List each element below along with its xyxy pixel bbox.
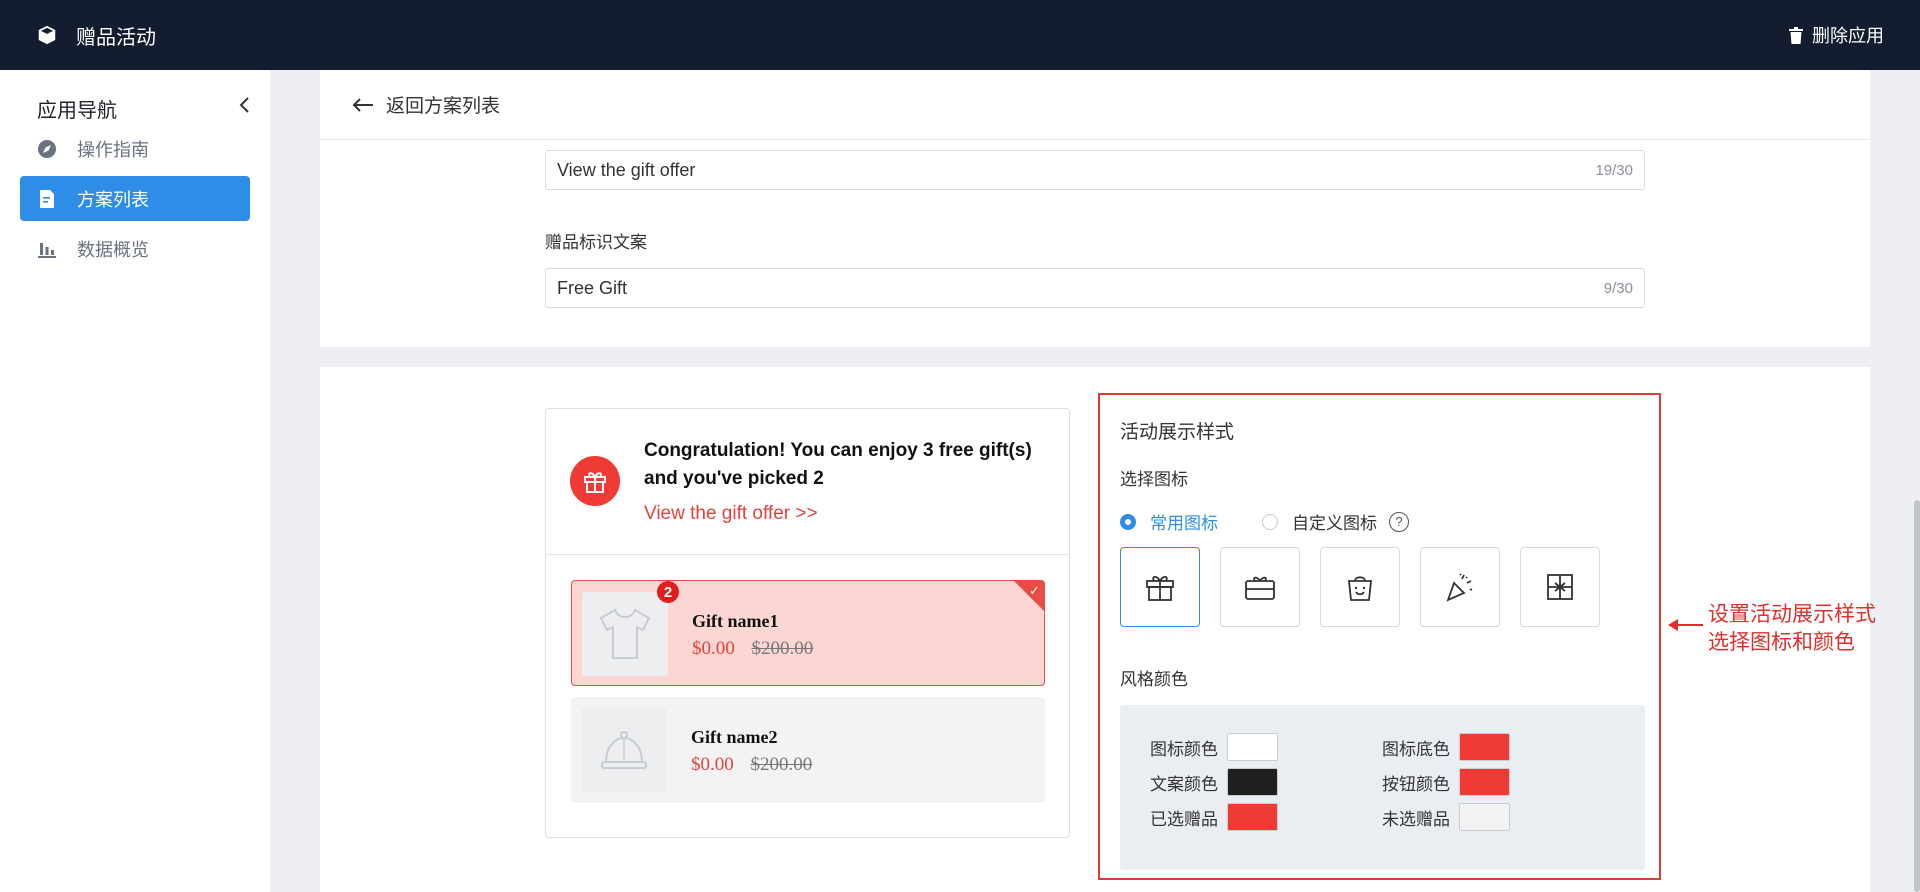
gift-tag-input[interactable]: Free Gift 9/30 — [545, 268, 1645, 308]
sidebar-item-label: 方案列表 — [77, 189, 149, 210]
settings-title: 活动展示样式 — [1120, 422, 1235, 443]
color-label: 图标底色 — [1382, 739, 1450, 759]
annotation-line: 设置活动展示样式 — [1708, 602, 1876, 626]
color-swatch[interactable] — [1459, 768, 1510, 796]
collapse-sidebar-icon[interactable] — [238, 96, 250, 120]
gift-tag-label: 赠品标识文案 — [545, 233, 647, 252]
color-swatch[interactable] — [1227, 733, 1278, 761]
icon-type-radio-group: 常用图标 自定义图标 ? — [1120, 509, 1409, 534]
box-icon — [38, 25, 56, 45]
back-to-list-link[interactable]: 返回方案列表 — [320, 70, 1870, 140]
trash-icon — [1789, 26, 1803, 44]
color-row-icon-bg: 图标底色 — [1382, 733, 1510, 761]
help-icon[interactable]: ? — [1389, 511, 1409, 532]
radio-label: 常用图标 — [1150, 514, 1218, 533]
present-box-icon — [1547, 574, 1573, 600]
color-label: 图标颜色 — [1150, 739, 1218, 759]
sidebar-item-guide[interactable]: 操作指南 — [20, 126, 250, 171]
view-gift-offer-link[interactable]: View the gift offer >> — [644, 503, 1044, 525]
hat-icon — [581, 708, 667, 792]
radio-label: 自定义图标 — [1292, 514, 1377, 533]
annotation-line: 选择图标和颜色 — [1708, 630, 1855, 654]
icon-option-party[interactable] — [1420, 547, 1500, 627]
gift-price-original: $200.00 — [751, 638, 814, 659]
color-row-unselected: 未选赠品 — [1382, 803, 1510, 831]
sidebar-item-data-overview[interactable]: 数据概览 — [20, 226, 250, 271]
tshirt-icon — [582, 592, 668, 676]
color-swatch[interactable] — [1227, 803, 1278, 831]
document-icon — [37, 189, 57, 209]
icon-option-card[interactable] — [1220, 547, 1300, 627]
selected-count-badge: 2 — [657, 581, 679, 603]
sidebar: 应用导航 操作指南 方案列表 数据概览 — [0, 70, 270, 892]
button-text-input[interactable]: View the gift offer 19/30 — [545, 150, 1645, 190]
color-row-text: 文案颜色 — [1150, 768, 1278, 796]
char-count: 9/30 — [1603, 279, 1633, 297]
gift-icon — [570, 456, 620, 506]
gift-price: $0.00 $200.00 — [691, 754, 812, 776]
top-bar: 赠品活动 删除应用 — [0, 0, 1920, 70]
icon-option-bag[interactable] — [1320, 547, 1400, 627]
app-brand: 赠品活动 — [36, 21, 156, 50]
preview-title: Congratulation! You can enjoy 3 free gif… — [644, 440, 1032, 489]
arrow-left-icon — [1668, 619, 1703, 631]
app-title: 赠品活动 — [76, 26, 156, 49]
color-swatch[interactable] — [1459, 733, 1510, 761]
color-row-button: 按钮颜色 — [1382, 768, 1510, 796]
gift-name: Gift name2 — [691, 727, 778, 747]
gift-item[interactable]: Gift name2 $0.00 $200.00 — [571, 697, 1045, 803]
gift-card-icon — [1245, 576, 1275, 600]
color-label: 未选赠品 — [1382, 809, 1450, 829]
gift-price: $0.00 $200.00 — [692, 638, 813, 660]
gift-item[interactable]: 2 ✓ Gift name1 $0.00 $200.00 — [571, 580, 1045, 686]
color-row-selected: 已选赠品 — [1150, 803, 1278, 831]
char-count: 19/30 — [1595, 161, 1633, 179]
display-style-settings: 活动展示样式 选择图标 常用图标 自定义图标 ? 风格颜色 图标颜色 图标底色 … — [1098, 393, 1661, 880]
arrow-left-icon — [352, 97, 373, 112]
color-settings-box: 图标颜色 图标底色 文案颜色 按钮颜色 已选赠品 未选赠品 — [1120, 705, 1645, 870]
sidebar-item-plan-list[interactable]: 方案列表 — [20, 176, 250, 221]
radio-dot — [1120, 513, 1136, 530]
icon-section-label: 选择图标 — [1120, 470, 1188, 489]
delete-app-label: 删除应用 — [1812, 26, 1884, 46]
gift-price-original: $200.00 — [750, 754, 813, 775]
annotation: 设置活动展示样式 选择图标和颜色 — [1668, 600, 1876, 656]
radio-dot — [1262, 513, 1278, 530]
scrollbar[interactable] — [1914, 500, 1920, 892]
color-label: 按钮颜色 — [1382, 774, 1450, 794]
sidebar-item-label: 数据概览 — [77, 239, 149, 260]
gift-box-icon — [1146, 575, 1174, 601]
color-swatch[interactable] — [1227, 768, 1278, 796]
color-label: 文案颜色 — [1150, 774, 1218, 794]
color-label: 已选赠品 — [1150, 809, 1218, 829]
style-panel: Congratulation! You can enjoy 3 free gif… — [320, 367, 1870, 892]
check-icon: ✓ — [1029, 583, 1040, 598]
color-section-label: 风格颜色 — [1120, 670, 1188, 689]
radio-common-icon[interactable]: 常用图标 — [1120, 509, 1218, 534]
sidebar-item-label: 操作指南 — [77, 139, 149, 160]
compass-icon — [37, 139, 57, 159]
icon-option-gift[interactable] — [1120, 547, 1200, 627]
gift-price-now: $0.00 — [692, 638, 735, 659]
radio-custom-icon[interactable]: 自定义图标 — [1262, 509, 1377, 534]
preview-card: Congratulation! You can enjoy 3 free gif… — [545, 408, 1070, 838]
icon-option-present[interactable] — [1520, 547, 1600, 627]
back-label: 返回方案列表 — [386, 96, 501, 117]
party-popper-icon — [1446, 573, 1473, 602]
form-panel: 返回方案列表 View the gift offer 19/30 赠品标识文案 … — [320, 70, 1870, 347]
color-row-icon: 图标颜色 — [1150, 733, 1278, 761]
gift-price-now: $0.00 — [691, 754, 734, 775]
button-text-value: View the gift offer — [557, 159, 696, 180]
gift-tag-value: Free Gift — [557, 277, 628, 298]
gift-name: Gift name1 — [692, 611, 779, 631]
shopping-bag-icon — [1348, 576, 1372, 601]
sidebar-title: 应用导航 — [37, 99, 117, 122]
bar-chart-icon — [37, 239, 57, 259]
color-swatch[interactable] — [1459, 803, 1510, 831]
delete-app-button[interactable]: 删除应用 — [1788, 22, 1884, 48]
